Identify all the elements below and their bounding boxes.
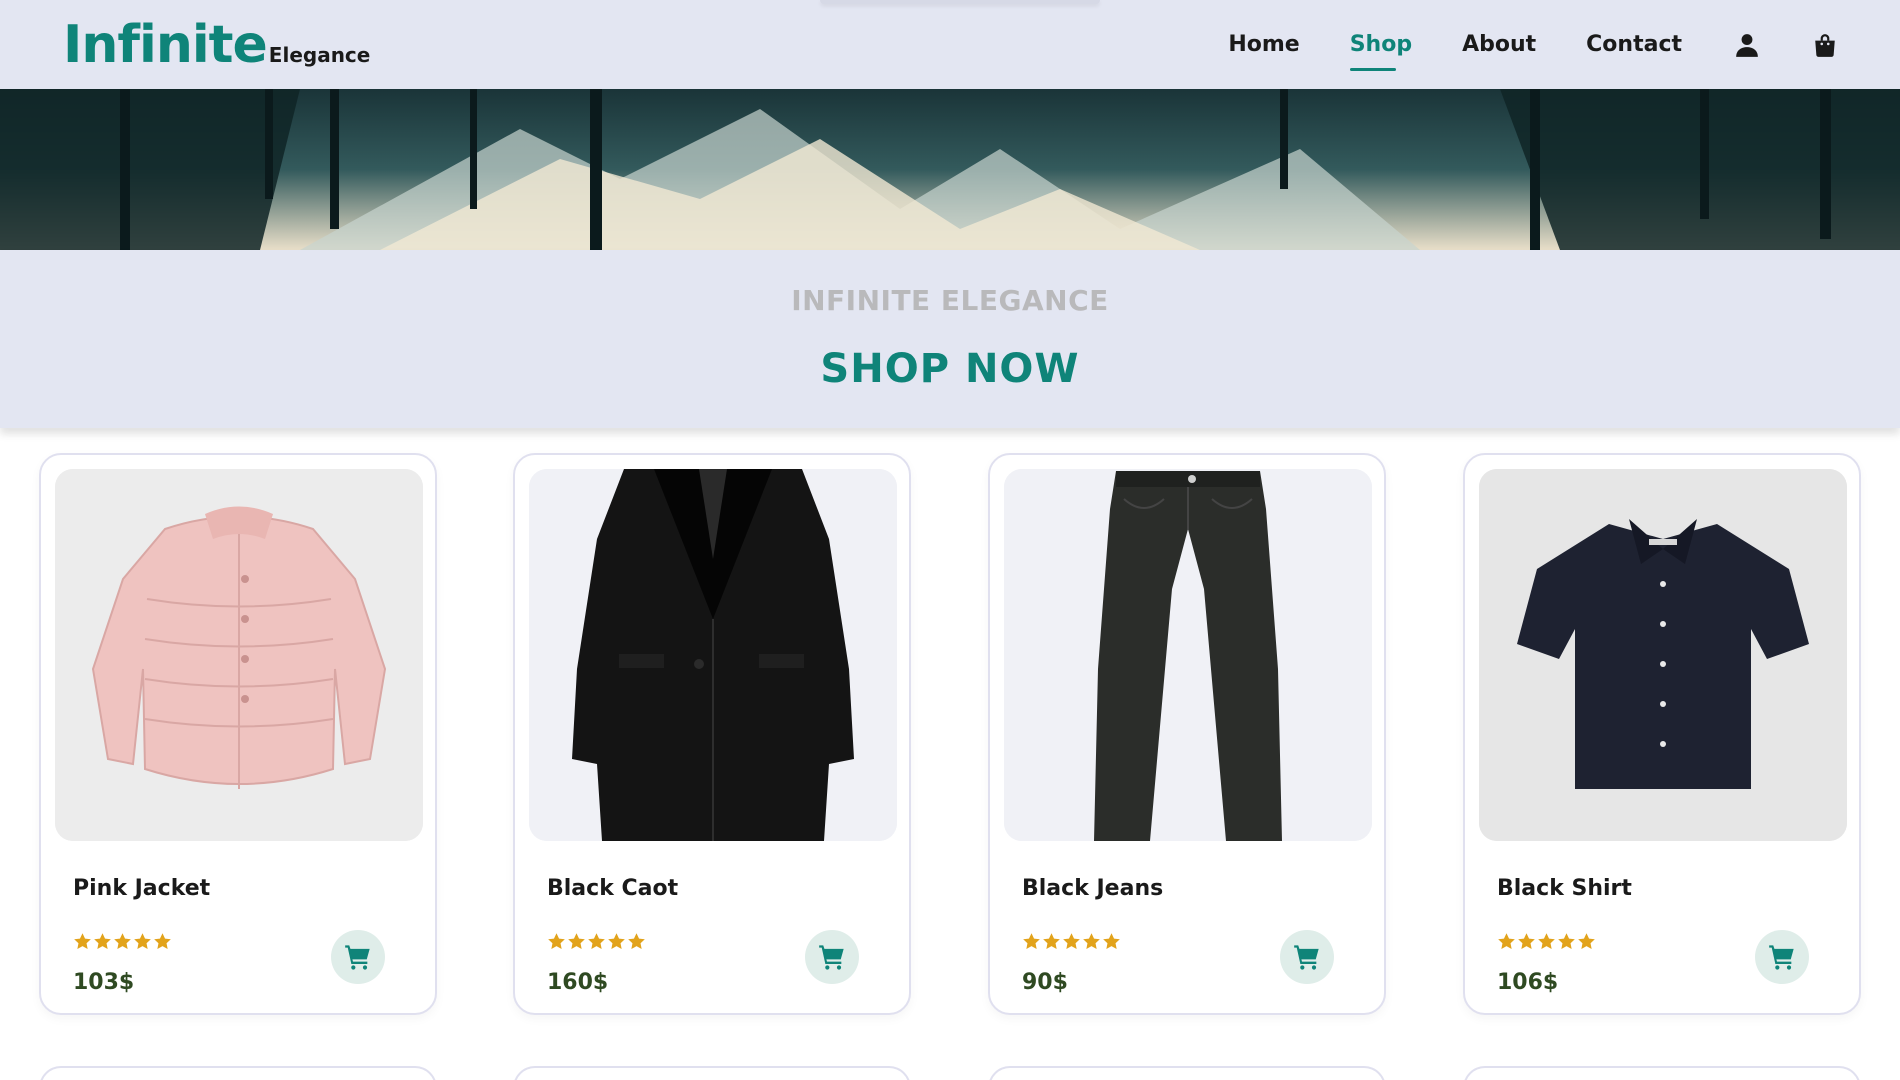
nav-link-shop[interactable]: Shop bbox=[1349, 32, 1412, 71]
product-card-next-row[interactable] bbox=[988, 1066, 1386, 1080]
star-icon bbox=[588, 933, 605, 950]
brand-logo-sub: Elegance bbox=[268, 42, 371, 67]
site-header: Infinite Elegance Home Shop About Contac… bbox=[0, 0, 1900, 89]
star-icon bbox=[608, 933, 625, 950]
star-icon bbox=[1043, 933, 1060, 950]
star-icon bbox=[154, 933, 171, 950]
rating-stars bbox=[1497, 932, 1596, 951]
user-icon[interactable] bbox=[1734, 32, 1760, 58]
cart-icon bbox=[345, 945, 370, 970]
star-icon bbox=[1558, 933, 1575, 950]
product-price: 103$ bbox=[73, 970, 135, 995]
product-card-next-row[interactable] bbox=[1463, 1066, 1861, 1080]
star-icon bbox=[1578, 933, 1595, 950]
header-tab-indicator bbox=[820, 0, 1100, 4]
star-icon bbox=[568, 933, 585, 950]
nav-link-contact[interactable]: Contact bbox=[1586, 32, 1682, 57]
section-title: SHOP NOW bbox=[820, 346, 1080, 392]
nav-link-home[interactable]: Home bbox=[1228, 32, 1299, 57]
star-icon bbox=[94, 933, 111, 950]
section-kicker: INFINITE ELEGANCE bbox=[791, 284, 1109, 317]
star-icon bbox=[114, 933, 131, 950]
product-name: Black Shirt bbox=[1497, 876, 1632, 901]
cart-icon bbox=[1294, 945, 1319, 970]
product-name: Pink Jacket bbox=[73, 876, 211, 901]
rating-stars bbox=[73, 932, 172, 951]
star-icon bbox=[628, 933, 645, 950]
product-price: 90$ bbox=[1022, 970, 1068, 995]
pink-puffer-jacket-image[interactable] bbox=[55, 469, 423, 841]
add-to-cart-button[interactable] bbox=[1280, 930, 1334, 984]
brand-logo-main: Infinite bbox=[63, 14, 268, 75]
star-icon bbox=[1538, 933, 1555, 950]
black-shirt-image[interactable] bbox=[1479, 469, 1847, 841]
black-coat-image[interactable] bbox=[529, 469, 897, 841]
product-card-next-row[interactable] bbox=[513, 1066, 911, 1080]
add-to-cart-button[interactable] bbox=[331, 930, 385, 984]
brand-logo[interactable]: Infinite Elegance bbox=[63, 15, 370, 75]
add-to-cart-button[interactable] bbox=[1755, 930, 1809, 984]
rating-stars bbox=[547, 932, 646, 951]
product-name: Black Jeans bbox=[1022, 876, 1164, 901]
product-card[interactable]: Black Caot 160$ bbox=[513, 453, 911, 1015]
cart-icon bbox=[819, 945, 844, 970]
rating-stars bbox=[1022, 932, 1121, 951]
star-icon bbox=[1518, 933, 1535, 950]
star-icon bbox=[1103, 933, 1120, 950]
product-price: 106$ bbox=[1497, 970, 1559, 995]
star-icon bbox=[134, 933, 151, 950]
product-card-next-row[interactable] bbox=[39, 1066, 437, 1080]
main-nav: Home Shop About Contact bbox=[1178, 32, 1838, 71]
product-card[interactable]: Black Shirt 106$ bbox=[1463, 453, 1861, 1015]
star-icon bbox=[74, 933, 91, 950]
product-card[interactable]: Black Jeans 90$ bbox=[988, 453, 1386, 1015]
star-icon bbox=[1498, 933, 1515, 950]
hero-banner-image bbox=[0, 89, 1900, 250]
nav-link-about[interactable]: About bbox=[1462, 32, 1536, 57]
star-icon bbox=[1063, 933, 1080, 950]
cart-icon bbox=[1769, 945, 1794, 970]
add-to-cart-button[interactable] bbox=[805, 930, 859, 984]
shop-section-header: INFINITE ELEGANCE SHOP NOW bbox=[0, 250, 1900, 428]
shopping-bag-icon[interactable] bbox=[1812, 32, 1838, 58]
star-icon bbox=[548, 933, 565, 950]
star-icon bbox=[1023, 933, 1040, 950]
star-icon bbox=[1083, 933, 1100, 950]
black-jeans-image[interactable] bbox=[1004, 469, 1372, 841]
product-price: 160$ bbox=[547, 970, 609, 995]
product-name: Black Caot bbox=[547, 876, 679, 901]
product-card[interactable]: Pink Jacket 103$ bbox=[39, 453, 437, 1015]
